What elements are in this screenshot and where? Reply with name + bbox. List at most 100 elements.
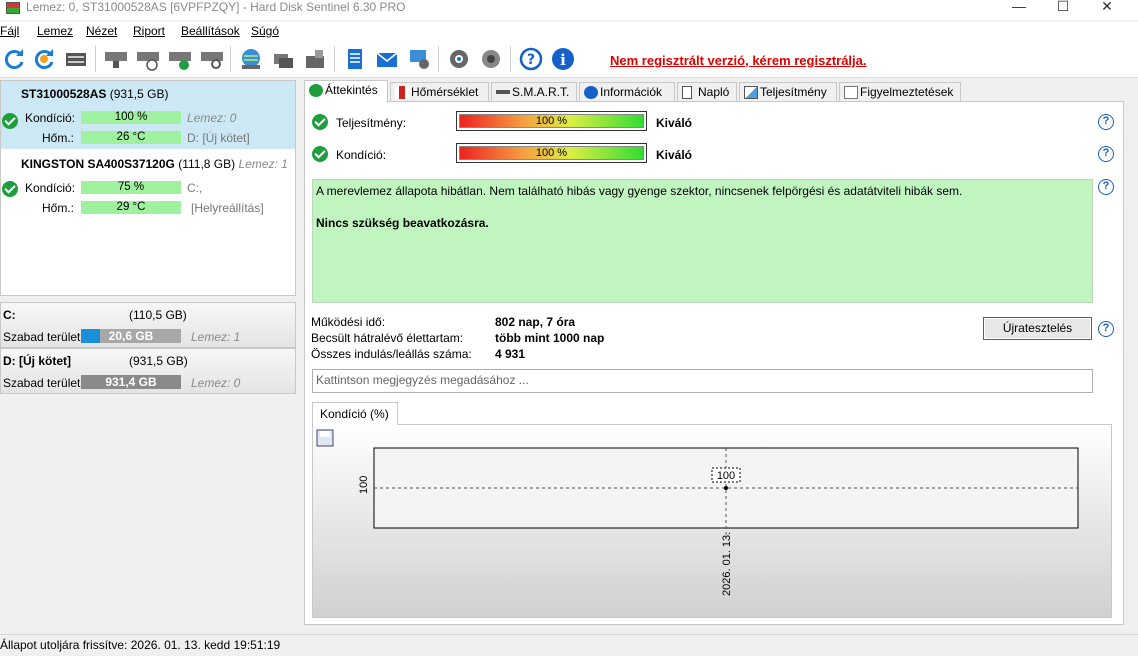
notepad-icon[interactable] xyxy=(341,45,369,73)
y-tick-label: 100 xyxy=(358,476,370,494)
sound-icon[interactable] xyxy=(477,45,505,73)
retest-button[interactable]: Újratesztelés xyxy=(983,317,1092,340)
lifetime-label: Becsült hátralévő élettartam: xyxy=(311,331,464,345)
tab-alerts[interactable]: Figyelmeztetések xyxy=(839,82,961,102)
partition-d[interactable]: D: [Új kötet] (931,5 GB) Szabad terület … xyxy=(0,348,296,394)
temp-label: Hőm.: xyxy=(42,201,75,215)
lifetime-value: több mint 1000 nap xyxy=(495,331,605,345)
starts-value: 4 931 xyxy=(495,347,526,361)
help-icon[interactable]: ? xyxy=(1098,179,1114,195)
temp-bar: 29 °C xyxy=(81,201,181,214)
tab-overview[interactable]: Áttekintés xyxy=(304,80,388,103)
tab-label: Teljesítmény xyxy=(760,85,827,99)
svg-text:?: ? xyxy=(527,52,535,68)
partition-c[interactable]: C: (110,5 GB) Szabad terület 20,6 GB Lem… xyxy=(0,302,296,348)
menu-view[interactable]: Nézet xyxy=(86,24,117,38)
export-icon[interactable] xyxy=(301,45,329,73)
ok-check-icon xyxy=(312,146,328,162)
last-updated: Állapot utoljára frissítve: 2026. 01. 13… xyxy=(0,638,281,652)
help-icon[interactable]: ? xyxy=(1098,146,1114,162)
help-icon[interactable]: ? xyxy=(517,45,545,73)
menu-settings[interactable]: Beállítások xyxy=(181,24,240,38)
toolbar-separator xyxy=(510,46,511,72)
refresh-icon[interactable] xyxy=(0,45,28,73)
toolbar-separator xyxy=(438,46,439,72)
disk-name[interactable]: KINGSTON SA400S37120G (111,8 GB) Lemez: … xyxy=(21,157,288,171)
unregistered-link[interactable]: Nem regisztrált verzió, kérem regisztrál… xyxy=(610,53,867,68)
email-icon[interactable] xyxy=(373,45,401,73)
tab-temperature[interactable]: Hőmérséklet xyxy=(390,82,489,102)
tab-label: Napló xyxy=(698,85,730,99)
info-icon xyxy=(584,86,598,99)
starts-label: Összes indulás/leállás száma: xyxy=(311,347,472,361)
disk-sleep-icon[interactable] xyxy=(102,45,130,73)
disk-schedule-icon[interactable] xyxy=(134,45,162,73)
disk-search-icon[interactable] xyxy=(198,45,226,73)
chart-tab-health[interactable]: Kondíció (%) xyxy=(312,402,398,425)
temp-label: Hőm.: xyxy=(42,131,75,145)
disk-info-icon[interactable] xyxy=(62,45,90,73)
tab-information[interactable]: Információk xyxy=(579,82,675,102)
close-button[interactable]: ✕ xyxy=(1084,0,1130,18)
menu-file[interactable]: Fájl xyxy=(0,24,19,38)
svg-text:i: i xyxy=(560,51,566,69)
maximize-button[interactable]: ☐ xyxy=(1040,0,1086,18)
overview-panel: Teljesítmény: 100 % Kiváló ? Kondíció: 1… xyxy=(304,101,1124,625)
health-label: Kondíció: xyxy=(25,111,76,125)
settings-icon[interactable] xyxy=(445,45,473,73)
free-space-bar: 931,4 GB xyxy=(81,375,181,389)
health-label: Kondíció: xyxy=(336,148,387,162)
free-space-value: 931,4 GB xyxy=(105,375,157,389)
partition-name: C: xyxy=(3,308,16,322)
help-icon[interactable]: ? xyxy=(1098,114,1114,130)
performance-rating: Kiváló xyxy=(656,116,693,130)
refresh-all-icon[interactable] xyxy=(30,45,58,73)
free-space-value: 20,6 GB xyxy=(108,329,154,343)
menu-bar: Fájl Lemez Nézet Riport Beállítások Súgó xyxy=(0,22,1138,40)
ok-check-icon xyxy=(312,114,328,130)
menu-report[interactable]: Riport xyxy=(133,24,165,38)
status-message-box: A merevlemez állapota hibátlan. Nem talá… xyxy=(312,179,1093,303)
network-globe-icon[interactable] xyxy=(237,45,265,73)
note-input[interactable]: Kattintson megjegyzés megadásához ... xyxy=(312,369,1093,393)
performance-value: 100 % xyxy=(459,114,644,128)
partition-name: D: [Új kötet] xyxy=(3,354,71,368)
help-icon[interactable]: ? xyxy=(1098,321,1114,337)
partition-list: D: [Új kötet] xyxy=(187,131,250,145)
disk-list: ST31000528AS (931,5 GB) Kondíció: 100 % … xyxy=(0,80,296,296)
health-value: 100 % xyxy=(459,146,644,160)
toolbar-separator xyxy=(95,46,96,72)
disk-icon xyxy=(496,90,510,94)
menu-help[interactable]: Súgó xyxy=(251,24,279,38)
tab-performance[interactable]: Teljesítmény xyxy=(739,82,837,102)
minimize-button[interactable]: — xyxy=(996,0,1042,18)
health-chart: 100 2026. 01. 13. 100 xyxy=(316,429,1079,596)
partition-size: (110,5 GB) xyxy=(129,308,187,322)
info-icon[interactable]: i xyxy=(549,45,577,73)
x-tick-label: 2026. 01. 13. xyxy=(721,532,733,596)
menu-disk[interactable]: Lemez xyxy=(37,24,73,38)
disk-test-icon[interactable] xyxy=(166,45,194,73)
tab-log[interactable]: Napló xyxy=(677,82,737,102)
partition-disk: Lemez: 1 xyxy=(191,330,241,344)
toolbar-separator xyxy=(334,46,335,72)
status-message: A merevlemez állapota hibátlan. Nem talá… xyxy=(316,184,963,198)
status-action: Nincs szükség beavatkozásra. xyxy=(316,216,489,230)
chart-icon xyxy=(744,86,758,99)
ok-check-icon xyxy=(2,181,18,197)
backup-icon[interactable] xyxy=(269,45,297,73)
check-icon xyxy=(309,84,323,97)
tab-label: Figyelmeztetések xyxy=(860,85,954,99)
health-label: Kondíció: xyxy=(25,181,76,195)
network-icon[interactable] xyxy=(405,45,433,73)
temp-bar: 26 °C xyxy=(81,131,181,144)
tab-smart[interactable]: S.M.A.R.T. xyxy=(491,82,577,102)
document-icon xyxy=(682,86,692,99)
disk-index: Lemez: 0 xyxy=(187,111,237,125)
uptime-value: 802 nap, 7 óra xyxy=(495,315,576,329)
health-bar: 100 % xyxy=(81,111,181,124)
health-rating: Kiváló xyxy=(656,148,693,162)
tab-label: Hőmérséklet xyxy=(411,85,479,99)
tab-label: Áttekintés xyxy=(325,83,378,97)
performance-bar: 100 % xyxy=(456,111,647,131)
